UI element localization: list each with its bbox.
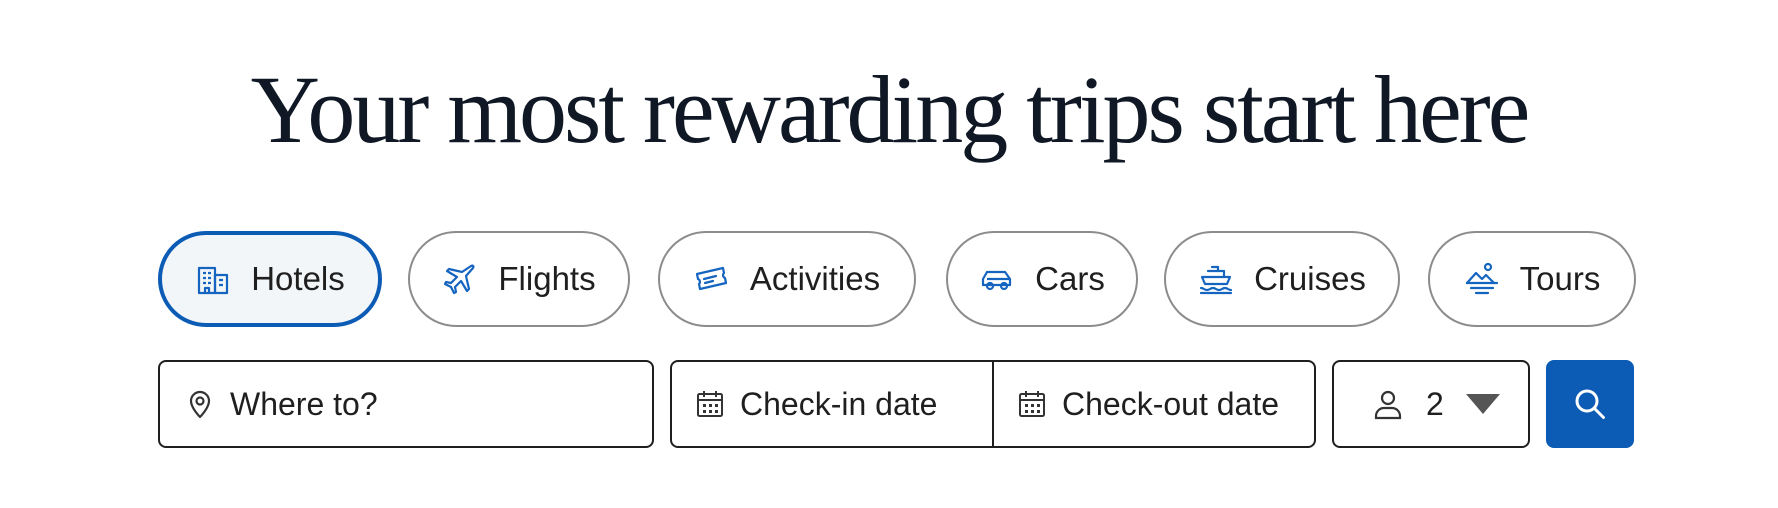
search-bar: Where to? Check-in date Check-out date 2	[0, 360, 1778, 448]
travel-type-tabs: Hotels Flights Activities Cars Cruises T…	[0, 231, 1778, 327]
tab-cruises[interactable]: Cruises	[1164, 231, 1400, 327]
calendar-icon	[694, 388, 726, 420]
tab-flights-label: Flights	[498, 260, 596, 297]
tour-landscape-icon	[1464, 261, 1500, 297]
location-pin-icon	[184, 388, 216, 420]
cruise-ship-icon	[1198, 261, 1234, 297]
tab-cars[interactable]: Cars	[946, 231, 1138, 327]
hotel-building-icon	[195, 261, 231, 297]
calendar-icon	[1016, 388, 1048, 420]
destination-field[interactable]: Where to?	[158, 360, 654, 448]
tab-cars-label: Cars	[1035, 260, 1105, 297]
destination-placeholder: Where to?	[230, 385, 378, 422]
checkin-placeholder: Check-in date	[740, 385, 938, 422]
tab-activities[interactable]: Activities	[658, 231, 916, 327]
ticket-icon	[694, 261, 730, 297]
guests-selector[interactable]: 2	[1332, 360, 1530, 448]
airplane-icon	[442, 261, 478, 297]
page: Your most rewarding trips start here Hot…	[0, 0, 1778, 508]
tab-hotels[interactable]: Hotels	[158, 231, 382, 327]
tab-cruises-label: Cruises	[1254, 260, 1366, 297]
search-button[interactable]	[1546, 360, 1634, 448]
checkin-field[interactable]: Check-in date	[672, 362, 992, 446]
chevron-down-icon	[1465, 394, 1500, 414]
person-icon	[1372, 388, 1404, 420]
date-range-field: Check-in date Check-out date	[670, 360, 1316, 448]
search-icon	[1572, 386, 1608, 422]
tab-hotels-label: Hotels	[251, 260, 345, 297]
checkout-placeholder: Check-out date	[1062, 385, 1280, 422]
checkout-field[interactable]: Check-out date	[994, 362, 1314, 446]
tab-flights[interactable]: Flights	[408, 231, 630, 327]
car-icon	[979, 261, 1015, 297]
tab-tours[interactable]: Tours	[1428, 231, 1636, 327]
page-headline: Your most rewarding trips start here	[250, 56, 1531, 163]
guests-count: 2	[1426, 385, 1444, 422]
tab-tours-label: Tours	[1519, 260, 1601, 297]
tab-activities-label: Activities	[749, 260, 881, 297]
